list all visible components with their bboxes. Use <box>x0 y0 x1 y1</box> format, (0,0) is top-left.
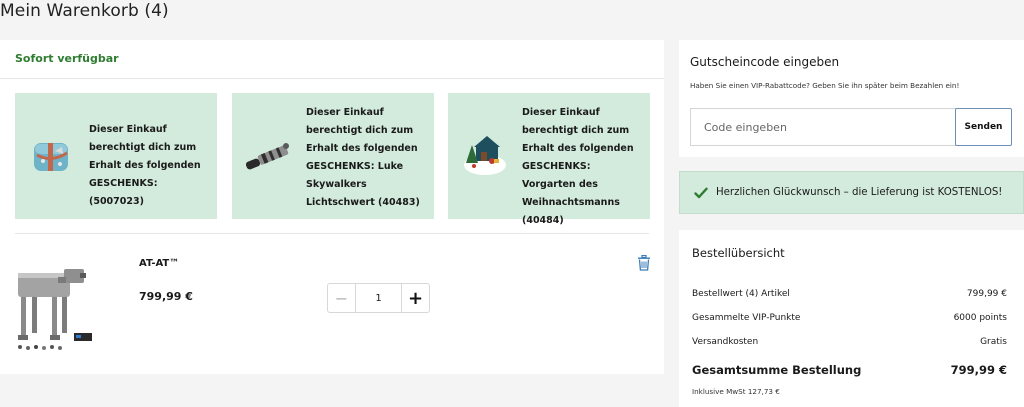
quantity-value[interactable]: 1 <box>356 284 401 312</box>
gift-text: Dieser Einkauf berechtigt dich zum Erhal… <box>522 107 634 226</box>
santa-garden-image <box>464 136 506 175</box>
increase-quantity-button[interactable]: + <box>401 284 429 312</box>
summary-row-value: Gratis <box>980 337 1007 347</box>
trash-icon[interactable] <box>637 255 651 271</box>
summary-row-label: Bestellwert (4) Artikel <box>692 289 790 299</box>
product-name[interactable]: AT-AT™ <box>139 258 179 269</box>
availability-label: Sofort verfügbar <box>15 52 119 65</box>
summary-title: Bestellübersicht <box>692 246 785 260</box>
check-icon <box>694 187 708 198</box>
voucher-code-input[interactable] <box>690 108 956 146</box>
gift-text: Dieser Einkauf berechtigt dich zum Erhal… <box>89 124 201 207</box>
voucher-description: Haben Sie einen VIP-Rabattcode? Geben Si… <box>690 81 960 90</box>
summary-row-value: 799,99 € <box>966 289 1007 299</box>
summary-row: Versandkosten Gratis <box>692 337 1007 347</box>
gift-card-2: Dieser Einkauf berechtigt dich zum Erhal… <box>232 93 434 219</box>
summary-row-value: 6000 points <box>953 313 1007 323</box>
order-summary-panel: Bestellübersicht Bestellwert (4) Artikel… <box>679 230 1024 407</box>
voucher-panel: Gutscheincode eingeben Haben Sie einen V… <box>679 40 1024 157</box>
free-shipping-banner: Herzlichen Glückwunsch – die Lieferung i… <box>679 171 1024 214</box>
gift-text: Dieser Einkauf berechtigt dich zum Erhal… <box>306 107 420 208</box>
free-shipping-text: Herzlichen Glückwunsch – die Lieferung i… <box>716 187 1003 198</box>
summary-total: Gesamtsumme Bestellung 799,99 € <box>692 363 1007 377</box>
gift-card-1: Dieser Einkauf berechtigt dich zum Erhal… <box>15 93 217 219</box>
summary-row-label: Versandkosten <box>692 337 759 347</box>
vat-note: Inklusive MwSt 127,73 € <box>692 387 780 396</box>
total-label: Gesamtsumme Bestellung <box>692 363 862 377</box>
quantity-stepper: − 1 + <box>327 283 430 313</box>
product-price: 799,99 € <box>139 290 193 303</box>
at-at-product-image[interactable] <box>12 251 100 357</box>
summary-row: Bestellwert (4) Artikel 799,99 € <box>692 289 1007 299</box>
total-value: 799,99 € <box>950 363 1007 377</box>
send-voucher-button[interactable]: Senden <box>955 108 1012 146</box>
voucher-title: Gutscheincode eingeben <box>690 55 840 69</box>
divider <box>0 78 664 79</box>
decrease-quantity-button[interactable]: − <box>328 284 356 312</box>
summary-row-label: Gesammelte VIP-Punkte <box>692 313 801 323</box>
page-title: Mein Warenkorb (4) <box>0 1 169 21</box>
gift-card-3: Dieser Einkauf berechtigt dich zum Erhal… <box>448 93 650 226</box>
cart-panel: Sofort verfügbar Dieser Einkauf berechti… <box>0 40 664 374</box>
lightsaber-image <box>246 143 289 170</box>
divider <box>15 233 649 234</box>
gift-pillow-image <box>34 143 68 171</box>
summary-row: Gesammelte VIP-Punkte 6000 points <box>692 313 1007 323</box>
